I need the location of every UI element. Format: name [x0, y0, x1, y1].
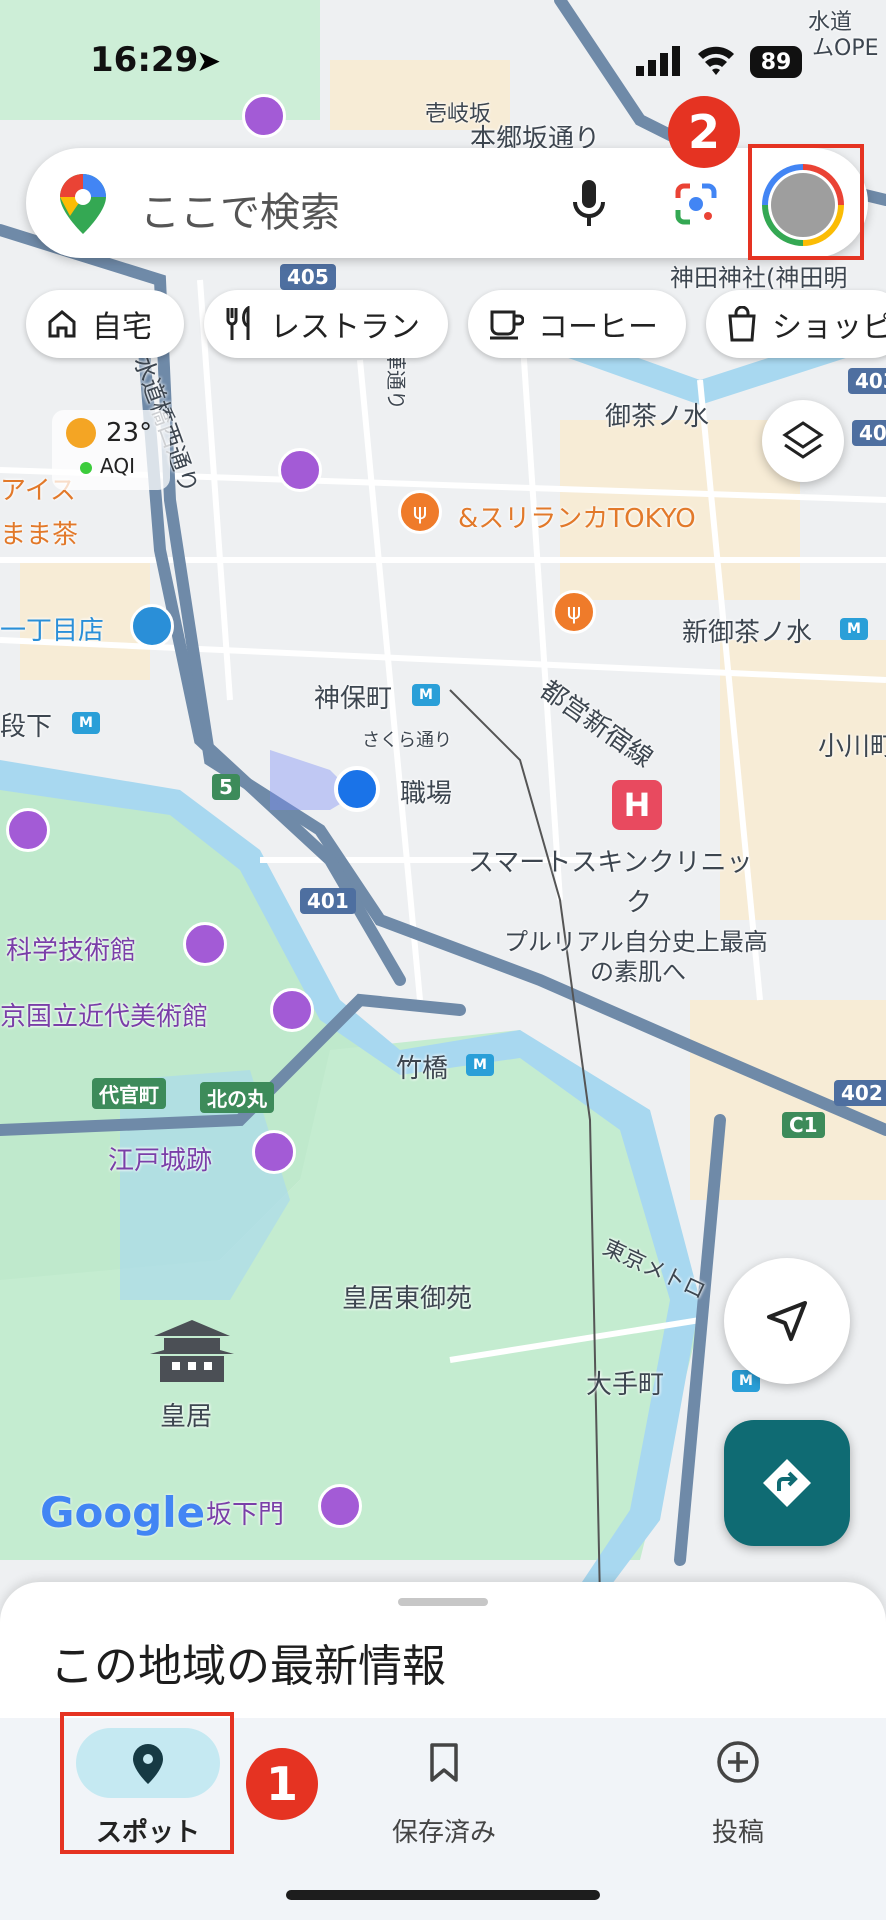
- route-shield: C1: [782, 1112, 825, 1138]
- map-label: 段下: [0, 712, 53, 742]
- route-shield: 402: [834, 1080, 886, 1106]
- home-indicator[interactable]: [286, 1890, 600, 1900]
- map-label: 北の丸: [200, 1082, 274, 1113]
- user-location-label: 職場: [400, 779, 453, 809]
- directions-icon: [763, 1459, 811, 1507]
- my-location-button[interactable]: [724, 1258, 850, 1384]
- restaurant-marker[interactable]: ψ: [398, 490, 442, 534]
- restaurant-marker[interactable]: ψ: [552, 590, 596, 634]
- poi-marker[interactable]: [278, 448, 322, 492]
- fork-knife-icon: ψ: [566, 599, 582, 625]
- shopping-bag-icon: [728, 306, 756, 342]
- map-label: &スリランカTOKYO: [458, 504, 696, 534]
- nav-label: 投稿: [711, 1818, 764, 1848]
- museum-marker[interactable]: [270, 988, 314, 1032]
- signal-icon: [636, 46, 682, 80]
- annotation-badge: 1: [246, 1748, 318, 1820]
- route-shield: 401: [300, 888, 356, 914]
- aqi-dot-icon: [80, 462, 92, 474]
- fork-knife-icon: ψ: [412, 499, 428, 525]
- metro-station-icon: M: [840, 618, 868, 640]
- castle-icon: [144, 1316, 240, 1388]
- annotation-badge-number: 1: [265, 1757, 298, 1811]
- landmark-marker[interactable]: [318, 1484, 362, 1528]
- map-label: 代官町: [92, 1078, 166, 1109]
- metro-station-icon: M: [466, 1054, 494, 1076]
- search-input[interactable]: ここで検索: [140, 180, 340, 238]
- map-label: さくら通り: [362, 730, 452, 751]
- map-label: スマートスキンクリニッ: [468, 848, 753, 878]
- hospital-marker[interactable]: H: [612, 780, 662, 830]
- chip-label: 自宅: [92, 310, 152, 345]
- battery-icon: 89: [750, 46, 802, 78]
- layers-icon: [782, 421, 824, 459]
- battery-level: 89: [760, 49, 792, 75]
- sheet-drag-handle[interactable]: [398, 1598, 488, 1606]
- route-shield: 5: [212, 774, 240, 800]
- chip-home[interactable]: 自宅: [26, 290, 184, 358]
- wifi-icon: [696, 44, 736, 80]
- aqi-label: AQI: [100, 454, 135, 478]
- chip-restaurant[interactable]: レストラン: [204, 290, 448, 358]
- layers-button[interactable]: [762, 400, 844, 482]
- coffee-cup-icon: [490, 310, 524, 340]
- chip-label: ショッピ: [772, 310, 886, 345]
- weather-temperature: 23°: [106, 418, 153, 448]
- map-label: 新御茶ノ水: [682, 618, 813, 648]
- home-icon: [48, 310, 76, 338]
- map-label: 御茶ノ水: [605, 402, 710, 432]
- museum-marker[interactable]: [183, 922, 227, 966]
- metro-station-icon: M: [72, 712, 100, 734]
- map-label: 科学技術館: [6, 936, 137, 966]
- bookmark-icon: [430, 1743, 458, 1782]
- directions-button[interactable]: [724, 1420, 850, 1546]
- map-label: 神田神社(神田明: [670, 264, 848, 292]
- shop-marker[interactable]: [130, 604, 174, 648]
- google-lens-icon[interactable]: [674, 182, 718, 230]
- map-label: まま茶: [0, 520, 79, 550]
- chip-coffee[interactable]: コーヒー: [468, 290, 686, 358]
- nav-item-post[interactable]: 投稿: [656, 1724, 820, 1856]
- route-shield: 403: [848, 368, 886, 394]
- nav-label: 保存済み: [391, 1818, 496, 1848]
- sun-icon: [66, 418, 96, 448]
- map-label: 皇居: [160, 1402, 213, 1432]
- google-logo: Google: [40, 1488, 206, 1537]
- annotation-badge-number: 2: [687, 105, 720, 159]
- navigation-arrow-icon: [767, 1301, 807, 1341]
- map-label: 大手町: [586, 1370, 665, 1400]
- poi-marker[interactable]: [242, 94, 286, 138]
- map-label: 皇居東御苑: [342, 1284, 473, 1314]
- map-label: 坂下門: [206, 1500, 285, 1530]
- map-label: ムOPE: [812, 36, 879, 61]
- location-arrow-icon: ➤: [196, 44, 222, 79]
- chip-label: コーヒー: [538, 310, 658, 345]
- metro-station-icon: M: [412, 684, 440, 706]
- map-label: 京国立近代美術館: [0, 1002, 209, 1032]
- map-label: 一丁目店: [0, 616, 105, 646]
- weather-widget[interactable]: 23° AQI: [52, 410, 170, 490]
- landmark-marker[interactable]: [252, 1130, 296, 1174]
- status-time: 16:29: [90, 40, 199, 80]
- map-label: ク: [626, 888, 653, 918]
- map-label: 江戸城跡: [108, 1146, 213, 1176]
- annotation-highlight-box: [748, 144, 864, 260]
- route-shield: 40: [852, 420, 886, 446]
- annotation-badge: 2: [668, 96, 740, 168]
- google-maps-pin-icon: [60, 174, 106, 238]
- microphone-icon[interactable]: [572, 180, 606, 232]
- map-label: の素肌へ: [590, 958, 686, 986]
- map-label: 竹橋: [396, 1054, 449, 1084]
- map-label: 小川町: [818, 732, 886, 762]
- chip-label: レストラン: [270, 310, 420, 345]
- route-shield: 405: [280, 264, 336, 290]
- nav-item-saved[interactable]: 保存済み: [362, 1724, 526, 1856]
- poi-marker[interactable]: [6, 808, 50, 852]
- map-label: 神保町: [314, 684, 393, 714]
- chip-shopping[interactable]: ショッピ: [706, 290, 886, 358]
- plus-circle-icon: [717, 1741, 759, 1783]
- fork-knife-icon: [226, 306, 250, 340]
- annotation-highlight-box: [60, 1712, 234, 1854]
- sheet-title: この地域の最新情報: [50, 1641, 446, 1692]
